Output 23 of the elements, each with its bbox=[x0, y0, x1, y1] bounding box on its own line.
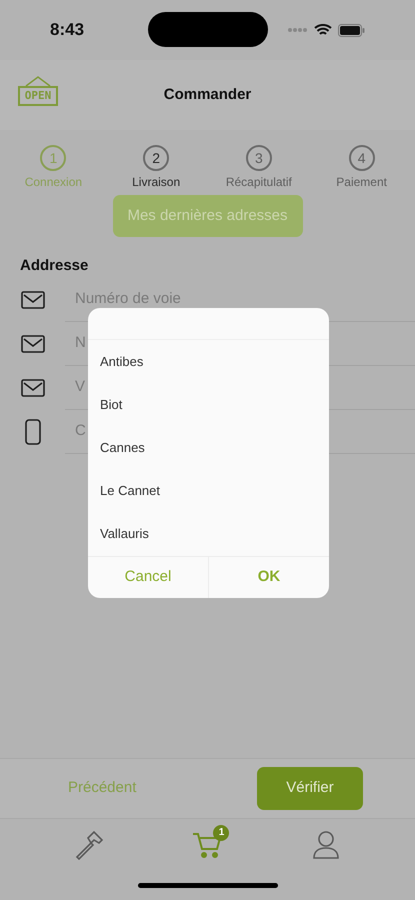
cart-count-badge: 1 bbox=[213, 824, 230, 840]
step-indicator[interactable]: 2 Livraison bbox=[106, 145, 206, 191]
verify-button[interactable]: Vérifier bbox=[257, 767, 363, 810]
envelope-icon bbox=[20, 334, 44, 352]
battery-icon bbox=[338, 24, 365, 36]
ok-button[interactable]: OK bbox=[209, 557, 329, 598]
envelope-icon bbox=[20, 290, 44, 308]
person-icon bbox=[312, 830, 340, 860]
input-field[interactable]: Numéro de voie bbox=[75, 288, 415, 310]
page-title: Commander bbox=[164, 84, 252, 105]
step-indicator[interactable]: 4 Paiement bbox=[312, 145, 412, 191]
step-indicator[interactable]: 3 Récapitulatif bbox=[208, 145, 309, 191]
status-time: 8:43 bbox=[50, 19, 84, 42]
phone-icon bbox=[24, 418, 40, 444]
wifi-icon bbox=[314, 24, 332, 36]
section-label: Addresse bbox=[20, 256, 90, 276]
hammer-icon bbox=[74, 830, 104, 860]
signal-icon bbox=[288, 27, 308, 33]
tab-bar-item[interactable]: 1 bbox=[185, 824, 230, 864]
cancel-button[interactable]: Cancel bbox=[88, 557, 209, 598]
picker-option[interactable]: Vallauris bbox=[88, 512, 329, 555]
picker-option[interactable]: Le Cannet bbox=[88, 469, 329, 512]
envelope-icon bbox=[20, 378, 44, 396]
